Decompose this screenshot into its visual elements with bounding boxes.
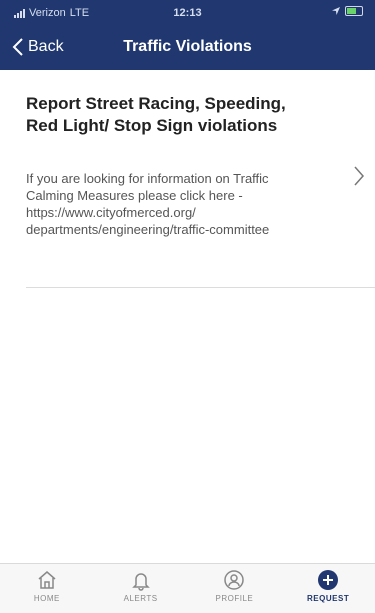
- tab-bar: HOME ALERTS PROFILE REQUEST: [0, 563, 375, 613]
- tab-home-label: HOME: [33, 594, 60, 603]
- tab-alerts[interactable]: ALERTS: [94, 564, 188, 613]
- user-icon: [224, 570, 245, 590]
- bell-icon: [131, 573, 150, 591]
- plus-circle-icon: [318, 570, 339, 590]
- location-icon: [332, 7, 340, 15]
- chevron-right-icon: [354, 166, 365, 186]
- status-right: [331, 6, 363, 16]
- list-item-description: If you are looking for information on Tr…: [26, 171, 270, 237]
- home-icon: [38, 571, 56, 589]
- tab-profile[interactable]: PROFILE: [188, 564, 282, 613]
- tab-profile-label: PROFILE: [215, 594, 254, 603]
- list-item-title: Report Street Racing, Speeding, Red Ligh…: [26, 94, 286, 135]
- list-item-report-violations[interactable]: Report Street Racing, Speeding, Red Ligh…: [0, 70, 375, 288]
- page-title: Traffic Violations: [123, 38, 252, 55]
- status-time: 12:13: [173, 7, 202, 19]
- divider: [26, 287, 375, 288]
- tab-alerts-label: ALERTS: [123, 594, 158, 603]
- status-bar: Verizon LTE 12:13: [0, 0, 375, 26]
- tab-request[interactable]: REQUEST: [281, 564, 375, 613]
- battery-icon: [345, 6, 363, 16]
- nav-bar: Back Traffic Violations: [0, 26, 375, 70]
- tab-home[interactable]: HOME: [0, 564, 94, 613]
- tab-request-label: REQUEST: [307, 594, 350, 603]
